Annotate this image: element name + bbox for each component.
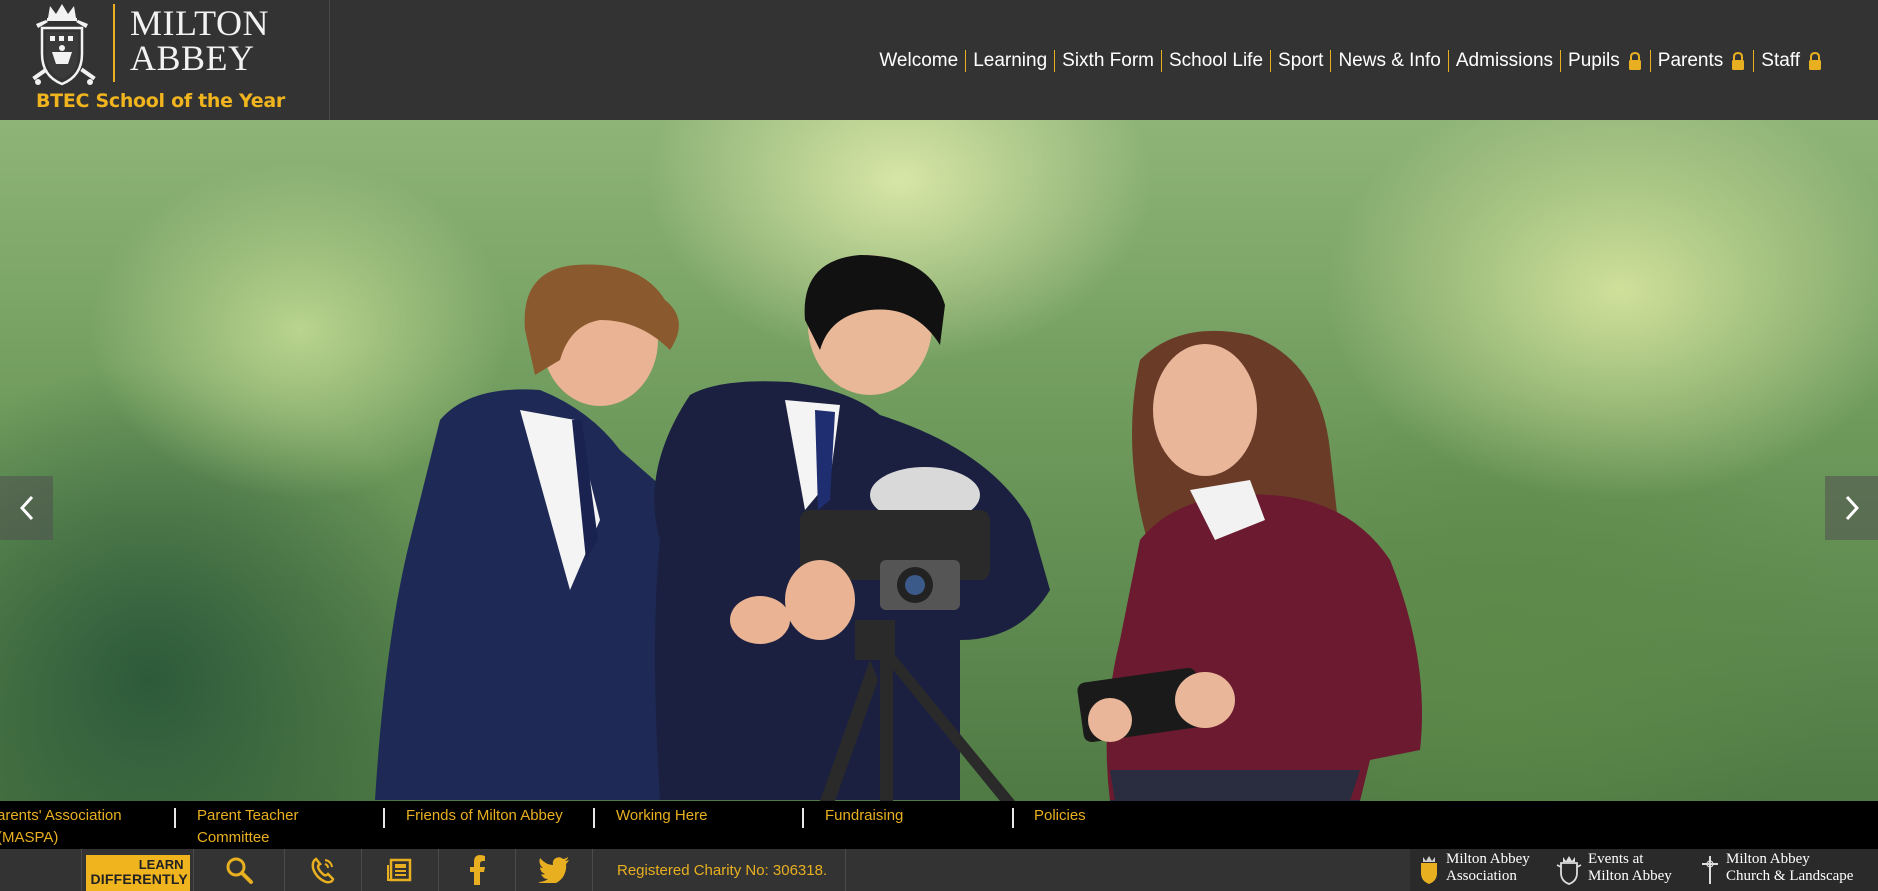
school-name-line1: MILTON [130, 3, 270, 43]
nav-item-label: Welcome [879, 50, 959, 71]
lock-icon [1628, 51, 1641, 70]
association-2-line2: Milton Abbey [1588, 868, 1672, 884]
nav-item-label: School Life [1169, 50, 1264, 71]
facebook-icon [470, 855, 485, 885]
association-1-line2: Association [1446, 868, 1517, 884]
nav-item-learning[interactable]: Learning [966, 50, 1054, 72]
link-separator [802, 808, 804, 828]
learn-line2: DIFFERENTLY [90, 871, 188, 887]
learn-differently-button[interactable]: LEARN DIFFERENTLY [82, 849, 194, 891]
nav-item-welcome[interactable]: Welcome [872, 50, 965, 72]
association-1-line1: Milton Abbey [1446, 851, 1530, 867]
link-separator [174, 808, 176, 828]
nav-item-label: Learning [973, 50, 1048, 71]
nav-item-label: Sixth Form [1062, 50, 1154, 71]
link-fundraising[interactable]: Fundraising [825, 805, 1010, 827]
events-at-milton-abbey-link[interactable]: Events at Milton Abbey [1556, 851, 1672, 885]
facebook-button[interactable] [439, 849, 516, 891]
brand-logo[interactable]: MILTON ABBEY BTEC School of the Year [0, 0, 330, 120]
learn-line1: LEARN [138, 857, 184, 872]
link-separator [593, 808, 595, 828]
newsletter-icon [387, 858, 412, 882]
nav-item-staff[interactable]: Staff [1754, 50, 1830, 72]
nav-item-label: Sport [1278, 50, 1324, 71]
search-button[interactable] [194, 849, 285, 891]
nav-item-school-life[interactable]: School Life [1162, 50, 1270, 72]
hero-carousel [0, 120, 1878, 801]
nav-item-label: News & Info [1338, 50, 1441, 71]
carousel-prev-button[interactable] [0, 476, 53, 540]
association-3-line2: Church & Landscape [1726, 868, 1854, 884]
footer-bar: LEARN DIFFERENTLY Registered Charity No:… [0, 849, 1878, 891]
lock-icon [1809, 51, 1821, 70]
church-and-landscape-link[interactable]: Milton Abbey Church & Landscape [1700, 851, 1853, 885]
nav-item-label: Staff [1761, 50, 1800, 71]
charity-number: Registered Charity No: 306318. [617, 861, 828, 879]
association-3-line1: Milton Abbey [1726, 851, 1810, 867]
brand-divider [113, 4, 115, 82]
nav-item-news-info[interactable]: News & Info [1331, 50, 1447, 72]
phone-button[interactable] [285, 849, 362, 891]
search-icon [226, 857, 253, 884]
twitter-button[interactable] [516, 849, 593, 891]
link-working-here[interactable]: Working Here [616, 805, 801, 827]
nav-item-label: Admissions [1455, 50, 1554, 71]
nav-item-pupils[interactable]: Pupils [1561, 50, 1650, 72]
learn-differently-badge: LEARN DIFFERENTLY [85, 855, 190, 891]
footer-divider [845, 849, 846, 891]
nav-item-label: Parents [1657, 50, 1724, 71]
nav-item-parents[interactable]: Parents [1651, 50, 1753, 72]
milton-abbey-association-link[interactable]: Milton Abbey Association [1418, 851, 1530, 885]
carousel-next-button[interactable] [1825, 476, 1878, 540]
link-separator [1012, 808, 1014, 828]
nav-item-admissions[interactable]: Admissions [1449, 50, 1560, 72]
link-parent-teacher-committee[interactable]: Parent Teacher Committee [197, 805, 337, 849]
link-parents-association[interactable]: arents' Association (MASPA) [0, 805, 147, 849]
crest-outline-icon [1556, 856, 1582, 885]
school-name-line2: ABBEY [130, 38, 255, 78]
associations-panel: Milton Abbey Association Events at Milto… [1410, 849, 1878, 891]
cross-icon [1702, 856, 1718, 884]
newsletter-button[interactable] [362, 849, 439, 891]
crest-icon [32, 4, 96, 86]
crest-small-icon [1421, 856, 1437, 884]
link-friends-of-milton-abbey[interactable]: Friends of Milton Abbey [406, 805, 591, 827]
chevron-right-icon [1845, 495, 1859, 521]
site-header: MILTON ABBEY BTEC School of the Year Wel… [0, 0, 1878, 120]
chevron-left-icon [19, 495, 33, 521]
association-2-line1: Events at [1588, 851, 1644, 867]
link-policies[interactable]: Policies [1034, 805, 1219, 827]
twitter-icon [538, 857, 569, 883]
nav-item-sixth-form[interactable]: Sixth Form [1055, 50, 1161, 72]
school-name: MILTON ABBEY [130, 3, 270, 78]
footer-spacer [0, 849, 82, 891]
hero-photo [375, 255, 1422, 801]
quick-links-bar: arents' Association (MASPA) Parent Teach… [0, 801, 1878, 849]
lock-icon [1732, 51, 1745, 70]
nav-item-sport[interactable]: Sport [1271, 50, 1330, 72]
tagline: BTEC School of the Year [36, 90, 285, 112]
link-separator [383, 808, 385, 828]
main-nav: Welcome Learning Sixth Form School Life Spor… [872, 50, 1830, 72]
nav-item-label: Pupils [1568, 50, 1620, 71]
phone-icon [311, 857, 335, 884]
